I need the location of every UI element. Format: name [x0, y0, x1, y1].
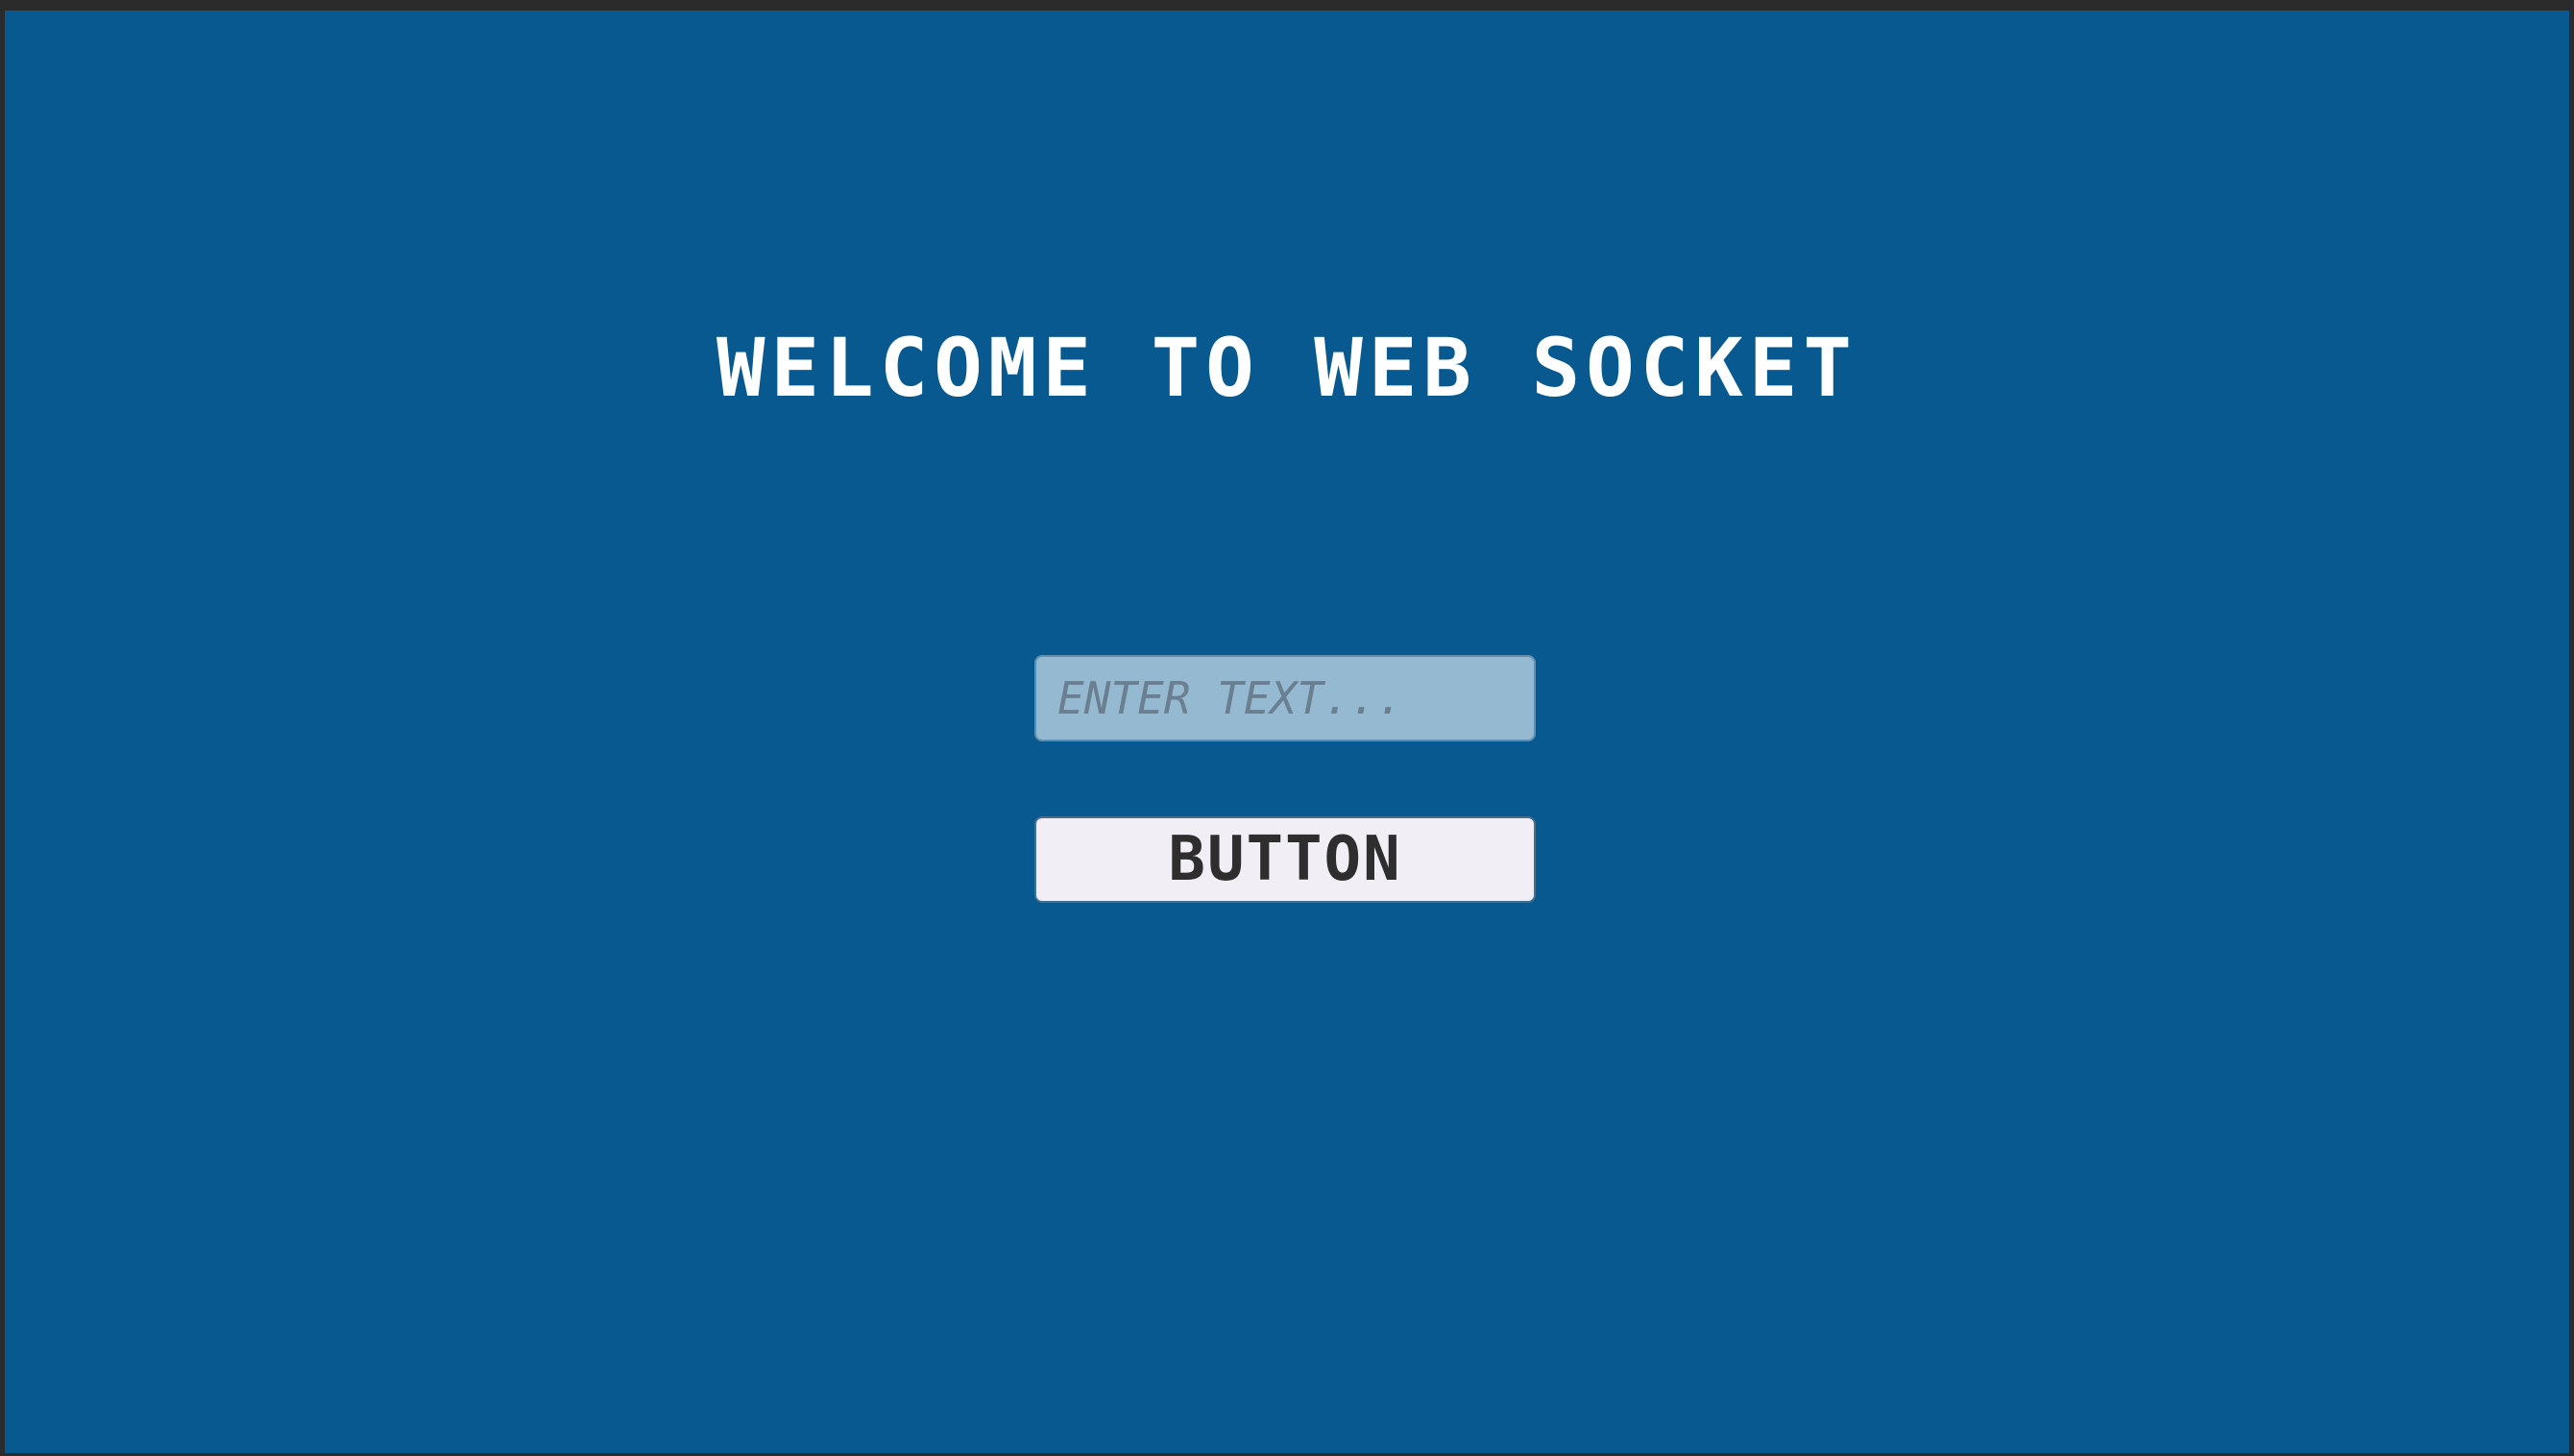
game-viewport: WELCOME TO WEB SOCKET BUTTON [5, 11, 2569, 1453]
text-input-field[interactable] [1034, 655, 1536, 741]
button-label: BUTTON [1168, 824, 1402, 895]
submit-button[interactable]: BUTTON [1034, 816, 1536, 903]
welcome-title: WELCOME TO WEB SOCKET [716, 321, 1858, 415]
